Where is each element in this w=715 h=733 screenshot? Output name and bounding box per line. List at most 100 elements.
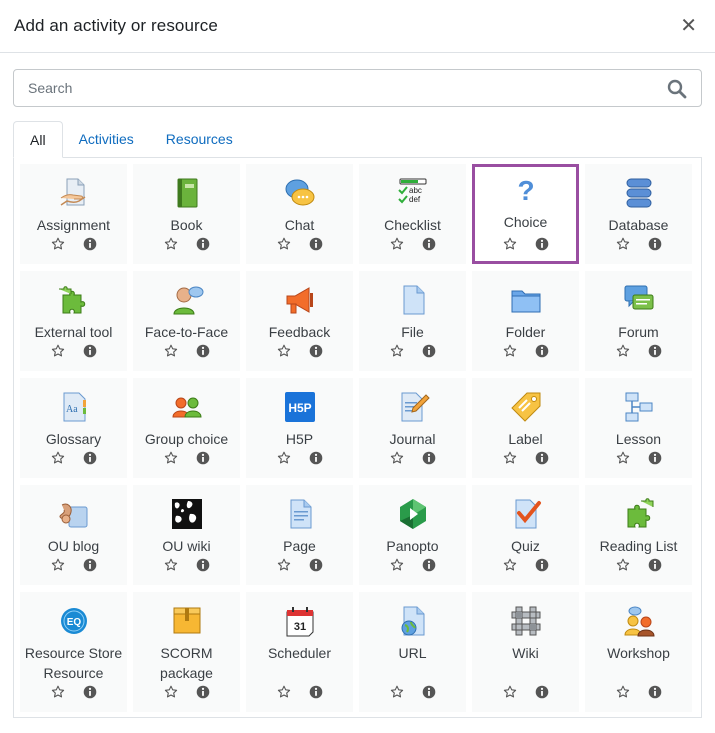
activity-card-lesson[interactable]: Lesson — [585, 378, 692, 478]
star-icon[interactable] — [277, 558, 291, 572]
star-icon[interactable] — [51, 344, 65, 358]
star-icon[interactable] — [616, 558, 630, 572]
activity-card-face-to-face[interactable]: Face-to-Face — [133, 271, 240, 371]
info-icon[interactable] — [648, 451, 662, 465]
activity-card-glossary[interactable]: Aa Glossary — [20, 378, 127, 478]
star-icon[interactable] — [164, 558, 178, 572]
activity-actions — [136, 237, 237, 251]
star-icon[interactable] — [616, 344, 630, 358]
info-icon[interactable] — [535, 237, 549, 251]
activity-card-url[interactable]: URL — [359, 592, 466, 712]
tab-all[interactable]: All — [13, 121, 63, 158]
activity-card-assignment[interactable]: Assignment — [20, 164, 127, 264]
star-icon[interactable] — [390, 558, 404, 572]
info-icon[interactable] — [83, 685, 97, 699]
star-icon[interactable] — [164, 344, 178, 358]
star-icon[interactable] — [503, 558, 517, 572]
tab-activities[interactable]: Activities — [63, 121, 150, 157]
star-icon[interactable] — [277, 451, 291, 465]
search-input[interactable] — [14, 70, 644, 106]
info-icon[interactable] — [83, 237, 97, 251]
info-icon[interactable] — [422, 558, 436, 572]
activity-card-file[interactable]: File — [359, 271, 466, 371]
info-icon[interactable] — [196, 451, 210, 465]
activity-card-folder[interactable]: Folder — [472, 271, 579, 371]
star-icon[interactable] — [51, 558, 65, 572]
activity-card-wiki[interactable]: Wiki — [472, 592, 579, 712]
star-icon[interactable] — [51, 237, 65, 251]
info-icon[interactable] — [196, 685, 210, 699]
info-icon[interactable] — [535, 558, 549, 572]
activity-card-ou-blog[interactable]: OU blog — [20, 485, 127, 585]
info-icon[interactable] — [83, 451, 97, 465]
star-icon[interactable] — [503, 451, 517, 465]
activity-card-quiz[interactable]: Quiz — [472, 485, 579, 585]
activity-card-group-choice[interactable]: Group choice — [133, 378, 240, 478]
info-icon[interactable] — [83, 558, 97, 572]
star-icon[interactable] — [503, 685, 517, 699]
star-icon[interactable] — [503, 344, 517, 358]
star-icon[interactable] — [164, 451, 178, 465]
activity-card-feedback[interactable]: Feedback — [246, 271, 353, 371]
activity-card-reading-list[interactable]: Reading List — [585, 485, 692, 585]
tab-resources[interactable]: Resources — [150, 121, 249, 157]
star-icon[interactable] — [390, 685, 404, 699]
search-icon[interactable] — [667, 79, 687, 99]
activity-card-resource-store-resource[interactable]: EQ Resource Store Resource — [20, 592, 127, 712]
star-icon[interactable] — [277, 344, 291, 358]
info-icon[interactable] — [309, 237, 323, 251]
activity-card-choice[interactable]: ? Choice — [472, 164, 579, 264]
activity-label: Database — [608, 217, 669, 233]
star-icon[interactable] — [277, 237, 291, 251]
activity-card-h5p[interactable]: H5P H5P — [246, 378, 353, 478]
activity-card-forum[interactable]: Forum — [585, 271, 692, 371]
info-icon[interactable] — [196, 558, 210, 572]
star-icon[interactable] — [390, 344, 404, 358]
info-icon[interactable] — [422, 237, 436, 251]
info-icon[interactable] — [535, 344, 549, 358]
star-icon[interactable] — [164, 237, 178, 251]
activity-card-external-tool[interactable]: External tool — [20, 271, 127, 371]
choice-icon: ? — [509, 173, 543, 207]
activity-card-page[interactable]: Page — [246, 485, 353, 585]
star-icon[interactable] — [277, 685, 291, 699]
activity-card-scorm-package[interactable]: SCORM package — [133, 592, 240, 712]
activity-card-label[interactable]: Label — [472, 378, 579, 478]
star-icon[interactable] — [164, 685, 178, 699]
info-icon[interactable] — [83, 344, 97, 358]
activity-card-chat[interactable]: Chat — [246, 164, 353, 264]
activity-card-ou-wiki[interactable]: OU wiki — [133, 485, 240, 585]
star-icon[interactable] — [616, 237, 630, 251]
star-icon[interactable] — [616, 685, 630, 699]
star-icon[interactable] — [390, 451, 404, 465]
activity-card-book[interactable]: Book — [133, 164, 240, 264]
info-icon[interactable] — [422, 451, 436, 465]
info-icon[interactable] — [535, 451, 549, 465]
info-icon[interactable] — [196, 344, 210, 358]
star-icon[interactable] — [390, 237, 404, 251]
activity-card-checklist[interactable]: abc def Checklist — [359, 164, 466, 264]
activity-card-workshop[interactable]: Workshop — [585, 592, 692, 712]
info-icon[interactable] — [309, 685, 323, 699]
info-icon[interactable] — [648, 558, 662, 572]
info-icon[interactable] — [648, 685, 662, 699]
star-icon[interactable] — [616, 451, 630, 465]
info-icon[interactable] — [648, 344, 662, 358]
close-icon[interactable]: ✕ — [676, 14, 701, 38]
activity-card-database[interactable]: Database — [585, 164, 692, 264]
activity-card-panopto[interactable]: Panopto — [359, 485, 466, 585]
activity-card-journal[interactable]: Journal — [359, 378, 466, 478]
info-icon[interactable] — [196, 237, 210, 251]
info-icon[interactable] — [309, 451, 323, 465]
activity-card-scheduler[interactable]: 31 Scheduler — [246, 592, 353, 712]
info-icon[interactable] — [309, 558, 323, 572]
info-icon[interactable] — [422, 344, 436, 358]
info-icon[interactable] — [648, 237, 662, 251]
star-icon[interactable] — [51, 685, 65, 699]
chat-icon — [283, 176, 317, 210]
info-icon[interactable] — [309, 344, 323, 358]
info-icon[interactable] — [535, 685, 549, 699]
star-icon[interactable] — [51, 451, 65, 465]
star-icon[interactable] — [503, 237, 517, 251]
info-icon[interactable] — [422, 685, 436, 699]
